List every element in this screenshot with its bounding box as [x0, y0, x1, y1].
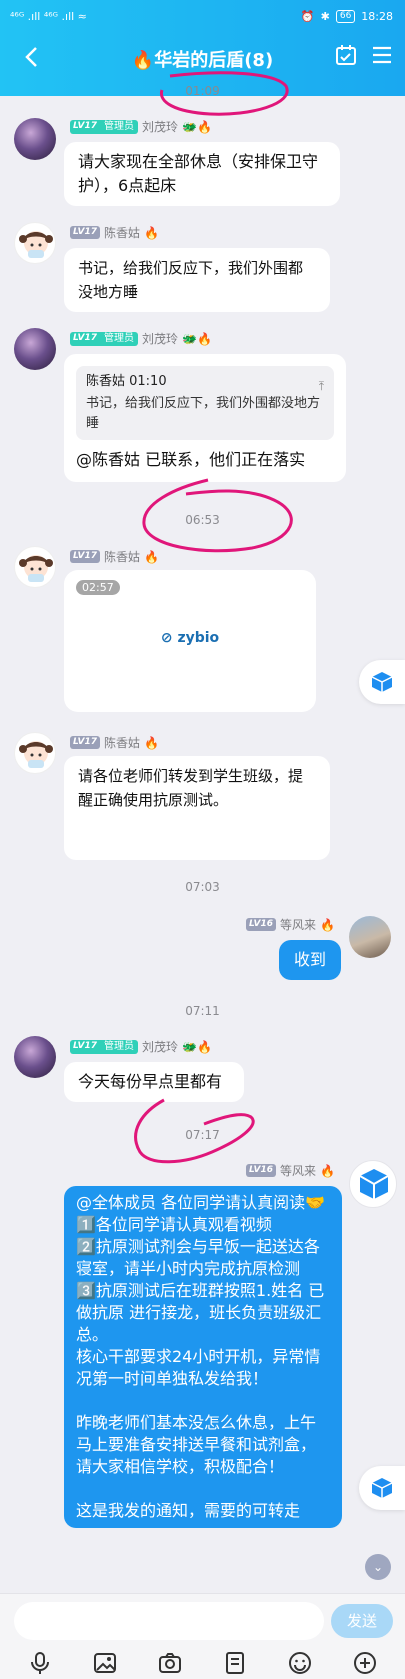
message-bubble[interactable]: 请大家现在全部休息（安排保卫守护），6点起床	[64, 142, 340, 206]
input-bar: 发送	[0, 1593, 405, 1679]
notice-line: 2️⃣抗原测试剂会与早饭一起送达各寝室，请半小时内完成抗原检测	[76, 1237, 320, 1278]
notice-spacer	[76, 1478, 330, 1500]
fire-icon: 🔥	[320, 917, 335, 932]
notice-line: 核心干部要求24小时开机，异常情况第一时间单独私发给我！	[76, 1347, 321, 1388]
avatar[interactable]	[14, 222, 56, 264]
calendar-check-icon[interactable]	[335, 44, 357, 66]
mic-icon[interactable]	[25, 1648, 55, 1678]
alarm-icon: ⏰	[300, 9, 315, 23]
hand-drawn-circle-annotation	[134, 1098, 255, 1164]
avatar[interactable]	[14, 1036, 56, 1078]
input-toolbar	[0, 1648, 405, 1678]
notice-line: @全体成员 各位同学请认真阅读🤝	[76, 1193, 326, 1212]
sender-name: 刘茂玲	[142, 120, 179, 134]
message-bubble[interactable]: 书记，给我们反应下，我们外围都没地方睡	[64, 248, 330, 312]
sender-name: 刘茂玲	[142, 1040, 179, 1054]
floating-app-tab[interactable]	[359, 1466, 405, 1510]
sender-meta: LV17 管理员 刘茂玲 🐲🔥	[70, 1038, 212, 1055]
badge-icon: 🐲🔥	[182, 1039, 212, 1054]
message-bubble[interactable]: 收到	[279, 940, 341, 980]
sender-name: 等风来	[280, 1164, 317, 1178]
sender-meta: LV17 陈香姑 🔥	[70, 548, 159, 565]
quote-text: 书记，给我们反应下，我们外围都没地方睡	[86, 396, 321, 431]
badge-icon: 🐲🔥	[182, 331, 212, 346]
fire-icon: 🔥	[144, 225, 159, 240]
sender-meta: LV17 管理员 刘茂玲 🐲🔥	[70, 118, 212, 135]
file-icon[interactable]	[220, 1648, 250, 1678]
sender-meta: LV16 等风来 🔥	[246, 916, 335, 933]
camera-icon[interactable]	[155, 1648, 185, 1678]
sender-name: 陈香姑	[104, 226, 141, 240]
battery-icon: 66	[335, 9, 356, 23]
timestamp: 07:11	[185, 1004, 220, 1018]
hand-drawn-circle-annotation	[159, 71, 289, 116]
avatar[interactable]	[349, 916, 391, 958]
clock: 18:28	[361, 9, 393, 23]
timestamp: 07:03	[185, 880, 220, 894]
quoted-message[interactable]: 陈香姑 01:10 书记，给我们反应下，我们外围都没地方睡 ⤒	[76, 366, 334, 440]
image-icon[interactable]	[90, 1648, 120, 1678]
sender-meta: LV17 管理员 刘茂玲 🐲🔥	[70, 330, 212, 347]
send-button[interactable]: 发送	[331, 1604, 393, 1638]
scroll-down-icon[interactable]: ⌄	[365, 1554, 391, 1580]
message-bubble[interactable]: @全体成员 各位同学请认真阅读🤝 1️⃣各位同学请认真观看视频 2️⃣抗原测试剂…	[64, 1186, 342, 1528]
video-message[interactable]: 02:57 ⊘ zybio	[64, 570, 316, 712]
bluetooth-icon: ✱	[320, 9, 330, 23]
menu-icon[interactable]	[371, 44, 393, 66]
floating-app-tab[interactable]	[359, 660, 405, 704]
avatar[interactable]	[14, 732, 56, 774]
video-logo: ⊘ zybio	[160, 630, 220, 646]
sender-meta: LV16 等风来 🔥	[246, 1162, 335, 1179]
avatar[interactable]	[349, 1160, 397, 1208]
sender-name: 陈香姑	[104, 550, 141, 564]
avatar[interactable]	[14, 546, 56, 588]
notice-spacer	[76, 1390, 330, 1412]
signal-indicators: ⁴⁶ᴳ .ıll ⁴⁶ᴳ .ıll ≈	[10, 9, 87, 23]
zybio-logo-icon: ⊘	[160, 630, 178, 646]
sender-name: 陈香姑	[104, 736, 141, 750]
fire-icon: 🔥	[320, 1163, 335, 1178]
sender-name: 刘茂玲	[142, 332, 179, 346]
notice-line: 这是我发的通知，需要的可转走	[76, 1501, 301, 1520]
reply-text: @陈香姑 已联系，他们正在落实	[76, 450, 306, 469]
notice-line: 1️⃣各位同学请认真观看视频	[76, 1215, 272, 1234]
cube-app-icon	[371, 1478, 393, 1498]
cube-app-icon	[371, 672, 393, 692]
avatar[interactable]	[14, 328, 56, 370]
sender-meta: LV17 陈香姑 🔥	[70, 224, 159, 241]
sender-name: 等风来	[280, 918, 317, 932]
video-duration: 02:57	[76, 580, 120, 595]
badge-icon: 🐲🔥	[182, 119, 212, 134]
plus-icon[interactable]	[350, 1648, 380, 1678]
message-input[interactable]	[14, 1602, 324, 1640]
notice-line: 昨晚老师们基本没怎么休息，上午马上要准备安排送早餐和试剂盒，请大家相信学校，积极…	[76, 1413, 317, 1476]
fire-icon: 🔥	[144, 549, 159, 564]
jump-to-icon[interactable]: ⤒	[319, 376, 324, 396]
quote-header: 陈香姑 01:10	[86, 374, 167, 389]
emoji-icon[interactable]	[285, 1648, 315, 1678]
cube-app-icon	[359, 1169, 389, 1199]
fire-icon: 🔥	[144, 735, 159, 750]
hand-drawn-circle-annotation	[142, 478, 293, 553]
avatar[interactable]	[14, 118, 56, 160]
notice-line: 3️⃣抗原测试后在班群按照1.姓名 已做抗原 进行接龙，班长负责班级汇总。	[76, 1281, 325, 1344]
status-bar: ⁴⁶ᴳ .ıll ⁴⁶ᴳ .ıll ≈ ⏰ ✱ 66 18:28	[10, 6, 393, 26]
sender-meta: LV17 陈香姑 🔥	[70, 734, 159, 751]
message-bubble[interactable]: 陈香姑 01:10 书记，给我们反应下，我们外围都没地方睡 ⤒ @陈香姑 已联系…	[64, 354, 346, 482]
message-bubble[interactable]: 请各位老师们转发到学生班级，提醒正确使用抗原测试。	[64, 756, 330, 860]
